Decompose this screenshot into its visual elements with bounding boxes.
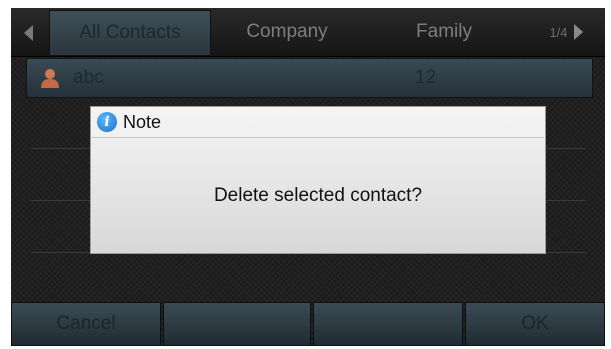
tab-family[interactable]: Family: [365, 10, 523, 54]
tab-scroll-left-icon[interactable]: [11, 10, 45, 54]
softkey-2[interactable]: [163, 302, 311, 346]
tab-scroll-right-icon[interactable]: [573, 24, 583, 40]
phone-screen: All Contacts Company Family 1/4 abc 12 i…: [11, 8, 605, 346]
contact-row[interactable]: abc 12: [26, 58, 593, 98]
dialog-message: Delete selected contact?: [213, 184, 423, 206]
info-icon: i: [97, 112, 117, 132]
dialog-title: Note: [123, 111, 162, 132]
dialog-header: i Note: [91, 107, 545, 137]
dialog-body: Delete selected contact?: [92, 137, 544, 253]
softkey-bar: Cancel OK: [11, 302, 605, 346]
tab-all-contacts[interactable]: All Contacts: [49, 10, 211, 56]
note-dialog: i Note Delete selected contact?: [90, 106, 546, 254]
softkey-3[interactable]: [313, 302, 463, 346]
tab-bar: All Contacts Company Family 1/4: [11, 8, 605, 57]
ok-button[interactable]: OK: [465, 302, 605, 346]
tab-company[interactable]: Company: [213, 10, 361, 54]
cancel-button[interactable]: Cancel: [11, 302, 161, 346]
page-indicator-text: 1/4: [549, 24, 568, 40]
contact-person-icon: [39, 67, 61, 89]
contact-name: abc: [73, 67, 104, 88]
contact-number: 12: [415, 67, 437, 88]
page-indicator: 1/4: [527, 10, 605, 54]
